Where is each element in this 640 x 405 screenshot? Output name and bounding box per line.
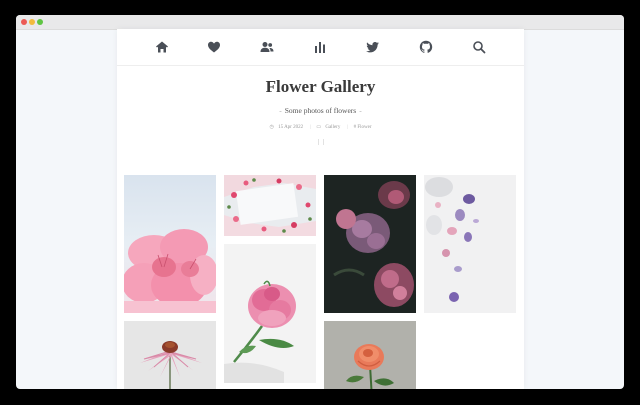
photo-pink-rhododendron[interactable]	[124, 175, 216, 313]
subtitle-dash-right: -	[359, 106, 362, 115]
home-icon[interactable]	[155, 40, 169, 54]
subtitle-text: Some photos of flowers	[284, 106, 357, 115]
photo-echinacea[interactable]	[124, 321, 216, 389]
pager-indicator	[318, 139, 324, 145]
users-icon[interactable]	[260, 40, 274, 54]
post-subtitle: - Some photos of flowers -	[117, 106, 524, 115]
github-icon[interactable]	[419, 40, 433, 54]
photo-orange-rose[interactable]	[324, 321, 416, 389]
photo-dark-hydrangea[interactable]	[324, 175, 416, 313]
twitter-icon[interactable]	[366, 40, 380, 54]
post-title: Flower Gallery	[265, 77, 376, 96]
heart-icon[interactable]	[207, 40, 221, 54]
post-category-text[interactable]: Gallery	[325, 125, 340, 130]
search-icon[interactable]	[472, 40, 486, 54]
minimize-window-button[interactable]	[29, 19, 35, 25]
blog-page: Flower Gallery - Some photos of flowers - …	[117, 29, 524, 389]
post-date: ◷ 15 Apr 2022	[269, 125, 304, 130]
maximize-window-button[interactable]	[37, 19, 43, 25]
window-titlebar	[16, 15, 624, 30]
bar-chart-icon[interactable]	[313, 40, 327, 54]
post-category[interactable]: ▭ Gallery	[316, 125, 343, 130]
close-window-button[interactable]	[21, 19, 27, 25]
photo-purple-petals[interactable]	[424, 175, 516, 313]
post-meta: ◷ 15 Apr 2022 | ▭ Gallery | # Flower	[269, 125, 372, 130]
post-tag[interactable]: # Flower	[354, 125, 372, 130]
photo-pink-petals-frame[interactable]	[224, 175, 316, 236]
subtitle-dash-left: -	[279, 106, 282, 115]
post-date-text: 15 Apr 2022	[278, 125, 304, 130]
top-nav	[117, 29, 524, 66]
browser-window: Flower Gallery - Some photos of flowers - …	[16, 15, 624, 389]
photo-pink-peony[interactable]	[224, 244, 316, 383]
